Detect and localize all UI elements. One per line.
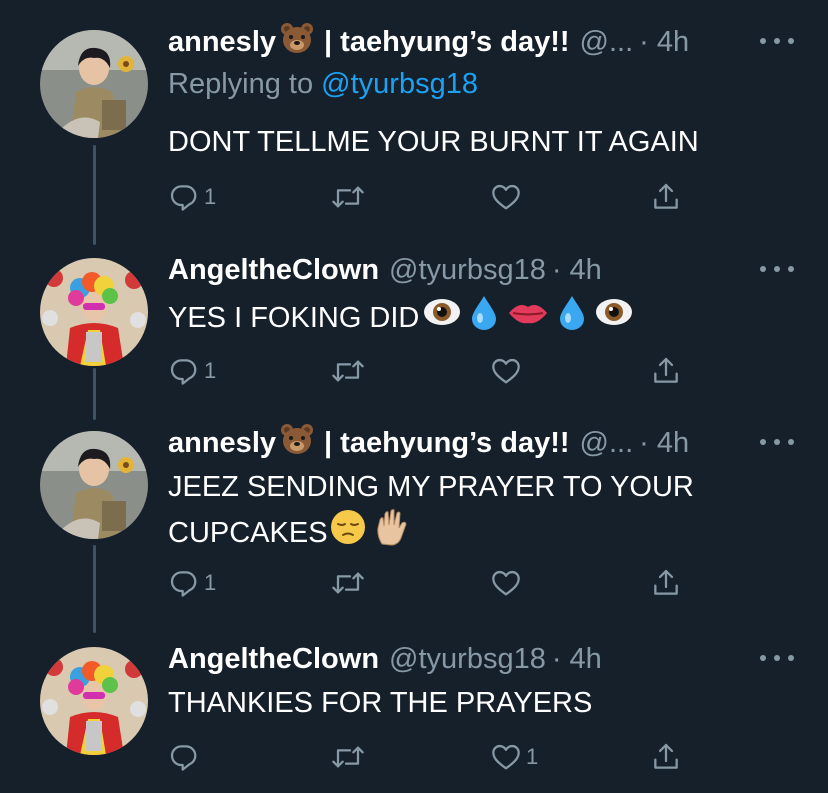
retweet-icon: [330, 181, 366, 213]
like-button[interactable]: [490, 351, 526, 391]
reply-icon: [168, 355, 200, 387]
share-button[interactable]: [650, 177, 682, 217]
tweet-text-line-2: CUPCAKES: [168, 508, 768, 558]
share-button[interactable]: [650, 351, 682, 391]
reply-button[interactable]: [168, 737, 204, 777]
tweet-time[interactable]: · 4h: [639, 427, 689, 460]
droplet-emoji-icon: [557, 294, 587, 342]
tweet-text: JEEZ SENDING MY PRAYER TO YOUR CUPCAKES: [168, 467, 768, 558]
tweet[interactable]: annesly | taehyung’s day!! @... · 4h Rep…: [0, 22, 828, 222]
tweet-text-line: THANKIES FOR THE PRAYERS: [168, 687, 593, 719]
heart-icon: [490, 567, 522, 599]
tweet-header: AngeltheClown @tyurbsg18 · 4h: [168, 250, 758, 290]
more-options-icon[interactable]: [760, 266, 794, 276]
reply-count: 1: [204, 184, 217, 209]
like-button[interactable]: 1: [490, 737, 538, 777]
tweet-actions: 1: [168, 737, 688, 777]
tweet-time[interactable]: · 4h: [552, 643, 602, 676]
tweet-header: annesly | taehyung’s day!! @... · 4h: [168, 423, 758, 463]
retweet-icon: [330, 741, 366, 773]
reply-icon: [168, 567, 200, 599]
retweet-icon: [330, 567, 366, 599]
retweet-button[interactable]: [330, 177, 370, 217]
reply-count: 1: [204, 570, 217, 595]
retweet-button[interactable]: [330, 563, 370, 603]
like-count: 1: [526, 744, 539, 769]
tweet-header: AngeltheClown @tyurbsg18 · 4h: [168, 639, 758, 679]
tweet[interactable]: AngeltheClown @tyurbsg18 · 4h YES I FOKI…: [0, 250, 828, 400]
replying-to-label: Replying to: [168, 68, 322, 100]
share-icon: [650, 741, 682, 773]
avatar[interactable]: [40, 647, 148, 755]
eye-emoji-icon: [595, 297, 633, 339]
like-button[interactable]: [490, 177, 526, 217]
author-handle[interactable]: @...: [580, 427, 634, 460]
tweet-header: annesly | taehyung’s day!! @... · 4h: [168, 22, 758, 62]
share-icon: [650, 181, 682, 213]
bear-emoji-icon: [280, 423, 314, 463]
reply-button[interactable]: 1: [168, 177, 216, 217]
retweet-button[interactable]: [330, 737, 370, 777]
replying-to: Replying to @tyurbsg18: [168, 68, 478, 101]
reply-button[interactable]: 1: [168, 563, 216, 603]
avatar[interactable]: [40, 258, 148, 366]
tweet-text-line: JEEZ SENDING MY PRAYER TO YOUR: [168, 471, 694, 503]
avatar[interactable]: [40, 431, 148, 539]
tweet-text-line: CUPCAKES: [168, 516, 328, 549]
lips-emoji-icon: [507, 298, 549, 339]
author-name[interactable]: annesly: [168, 427, 276, 460]
tweet[interactable]: AngeltheClown @tyurbsg18 · 4h THANKIES F…: [0, 639, 828, 793]
like-button[interactable]: [490, 563, 526, 603]
eye-emoji-icon: [423, 297, 461, 339]
share-icon: [650, 567, 682, 599]
share-icon: [650, 355, 682, 387]
tweet-text-line: DONT TELLME YOUR BURNT IT AGAIN: [168, 126, 699, 158]
heart-icon: [490, 355, 522, 387]
author-name[interactable]: AngeltheClown: [168, 643, 379, 676]
author-handle[interactable]: @...: [580, 26, 634, 59]
raised-hand-emoji-icon: [374, 508, 408, 558]
tweet-text: DONT TELLME YOUR BURNT IT AGAIN: [168, 122, 768, 163]
tweet-actions: 1: [168, 177, 688, 217]
tweet-time[interactable]: · 4h: [552, 254, 602, 287]
more-options-icon[interactable]: [760, 655, 794, 665]
tweet-text: THANKIES FOR THE PRAYERS: [168, 683, 768, 724]
droplet-emoji-icon: [469, 294, 499, 342]
heart-icon: [490, 181, 522, 213]
avatar[interactable]: [40, 30, 148, 138]
replying-to-handle[interactable]: @tyurbsg18: [321, 68, 478, 100]
tweet-text: YES I FOKING DID: [168, 294, 768, 342]
reply-icon: [168, 181, 200, 213]
tweet-actions: 1: [168, 563, 688, 603]
heart-icon: [490, 741, 522, 773]
share-button[interactable]: [650, 563, 682, 603]
author-handle[interactable]: @tyurbsg18: [389, 254, 546, 287]
author-handle[interactable]: @tyurbsg18: [389, 643, 546, 676]
bear-emoji-icon: [280, 22, 314, 62]
reply-button[interactable]: 1: [168, 351, 216, 391]
author-name[interactable]: AngeltheClown: [168, 254, 379, 287]
share-button[interactable]: [650, 737, 682, 777]
tweet-actions: 1: [168, 351, 688, 391]
more-options-icon[interactable]: [760, 439, 794, 449]
author-name-suffix: | taehyung’s day!!: [324, 426, 570, 459]
more-options-icon[interactable]: [760, 38, 794, 48]
author-name-suffix: | taehyung’s day!!: [324, 25, 570, 58]
retweet-button[interactable]: [330, 351, 370, 391]
tweet[interactable]: annesly | taehyung’s day!! @... · 4h JEE…: [0, 423, 828, 613]
retweet-icon: [330, 355, 366, 387]
pensive-face-emoji-icon: [330, 509, 366, 557]
reply-count: 1: [204, 358, 217, 383]
tweet-text-line: YES I FOKING DID: [168, 301, 420, 334]
tweet-time[interactable]: · 4h: [639, 26, 689, 59]
author-name[interactable]: annesly: [168, 26, 276, 59]
reply-icon: [168, 741, 200, 773]
